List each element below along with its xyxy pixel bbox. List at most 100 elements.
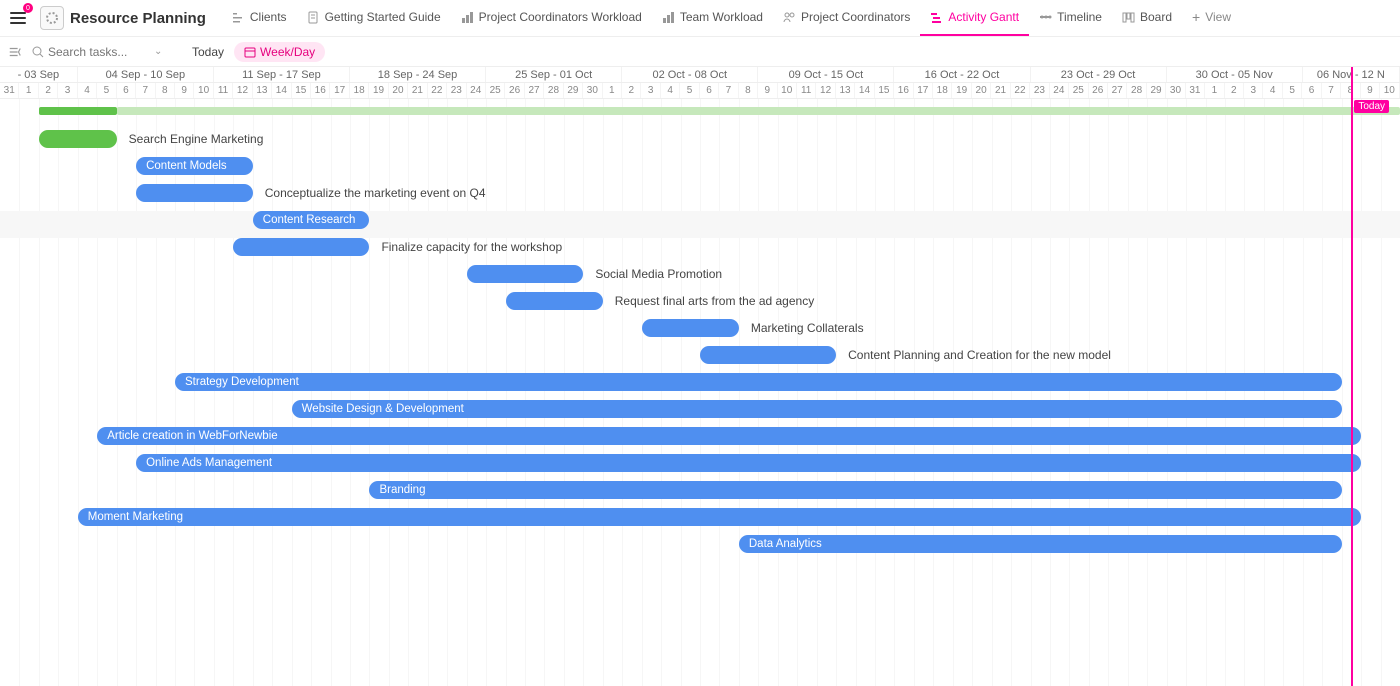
day-header: 2 — [39, 83, 58, 98]
today-button[interactable]: Today — [192, 45, 224, 59]
search-input[interactable] — [48, 45, 148, 59]
gantt-bar-label: Website Design & Development — [302, 403, 464, 415]
day-header: 1 — [603, 83, 622, 98]
gantt-bar[interactable]: Data Analytics — [739, 535, 1342, 553]
tab-label: Project Coordinators — [801, 10, 910, 24]
gantt-area[interactable]: - 03 Sep04 Sep - 10 Sep11 Sep - 17 Sep18… — [0, 67, 1400, 686]
tab-getting-started-guide[interactable]: Getting Started Guide — [297, 0, 451, 36]
gantt-bar-label: Marketing Collaterals — [751, 321, 864, 335]
range-toggle[interactable]: Week/Day — [234, 42, 325, 62]
tab-project-coordinators[interactable]: Project Coordinators — [773, 0, 920, 36]
gantt-bar[interactable] — [642, 319, 739, 337]
gantt-bar[interactable]: Online Ads Management — [136, 454, 1361, 472]
day-header: 2 — [622, 83, 641, 98]
day-header: 23 — [1030, 83, 1049, 98]
tab-clients[interactable]: Clients — [222, 0, 297, 36]
collapse-sidebar-icon[interactable] — [8, 45, 22, 59]
gantt-bar-label: Data Analytics — [749, 538, 822, 550]
board-icon — [1122, 11, 1135, 24]
list-icon — [232, 11, 245, 24]
menu-button[interactable]: 0 — [6, 6, 30, 30]
tab-activity-gantt[interactable]: Activity Gantt — [920, 0, 1029, 36]
gantt-bar[interactable]: Website Design & Development — [292, 400, 1342, 418]
day-header: 20 — [389, 83, 408, 98]
tab-label: Timeline — [1057, 10, 1102, 24]
gantt-bar[interactable] — [39, 130, 117, 148]
week-header: 11 Sep - 17 Sep — [214, 67, 350, 82]
day-header: 4 — [1263, 83, 1282, 98]
tab-timeline[interactable]: Timeline — [1029, 0, 1112, 36]
gantt-bar[interactable] — [136, 184, 253, 202]
search-dropdown-caret[interactable]: ⌄ — [154, 46, 162, 57]
gantt-icon — [930, 11, 943, 24]
gantt-bar[interactable]: Branding — [369, 481, 1341, 499]
calendar-icon — [244, 46, 256, 58]
day-header: 13 — [253, 83, 272, 98]
gantt-bar-label: Branding — [379, 484, 425, 496]
day-header: 17 — [914, 83, 933, 98]
day-header: 24 — [1050, 83, 1069, 98]
day-header: 29 — [564, 83, 583, 98]
gantt-bar[interactable] — [700, 346, 836, 364]
gantt-bar[interactable]: Content Models — [136, 157, 253, 175]
day-header: 13 — [836, 83, 855, 98]
day-header: 9 — [1361, 83, 1380, 98]
day-header: 29 — [1147, 83, 1166, 98]
toolbar: ⌄ Today Week/Day — [0, 37, 1400, 67]
tab-team-workload[interactable]: Team Workload — [652, 0, 773, 36]
gantt-bar-label: Moment Marketing — [88, 511, 183, 523]
week-header: 16 Oct - 22 Oct — [894, 67, 1030, 82]
tab-project-coordinators-workload[interactable]: Project Coordinators Workload — [451, 0, 652, 36]
tab-label: Project Coordinators Workload — [479, 10, 642, 24]
gantt-bar[interactable] — [506, 292, 603, 310]
day-header: 6 — [1302, 83, 1321, 98]
gantt-bar[interactable]: Content Research — [253, 211, 370, 229]
day-header: 16 — [311, 83, 330, 98]
day-header: 17 — [330, 83, 349, 98]
day-header: 31 — [0, 83, 19, 98]
day-header: 27 — [525, 83, 544, 98]
tab-board[interactable]: Board — [1112, 0, 1182, 36]
gantt-bar[interactable]: Moment Marketing — [78, 508, 1361, 526]
range-toggle-label: Week/Day — [260, 45, 315, 59]
gantt-bar-label: Social Media Promotion — [595, 267, 722, 281]
view-tabs: ClientsGetting Started Guide Project Coor… — [222, 0, 1241, 36]
day-header: 1 — [1205, 83, 1224, 98]
day-header: 26 — [1089, 83, 1108, 98]
day-header: 24 — [467, 83, 486, 98]
day-header: 25 — [1069, 83, 1088, 98]
gantt-bar[interactable] — [233, 238, 369, 256]
day-header: 18 — [350, 83, 369, 98]
gantt-bar-label: Content Research — [263, 214, 356, 226]
summary-bar-remaining[interactable] — [117, 107, 1400, 115]
add-view-button[interactable]: +View — [1182, 0, 1241, 36]
gantt-bar[interactable]: Strategy Development — [175, 373, 1342, 391]
project-icon[interactable] — [40, 6, 64, 30]
spinner-icon — [45, 11, 59, 25]
workload-icon — [662, 11, 675, 24]
day-header: 30 — [583, 83, 602, 98]
top-bar: 0 Resource Planning ClientsGetting Start… — [0, 0, 1400, 37]
tab-label: Team Workload — [680, 10, 763, 24]
week-header: 25 Sep - 01 Oct — [486, 67, 622, 82]
summary-bar-progress[interactable] — [39, 107, 117, 115]
gantt-bar[interactable]: Article creation in WebForNewbie — [97, 427, 1361, 445]
day-header: 22 — [1011, 83, 1030, 98]
week-header: 02 Oct - 08 Oct — [622, 67, 758, 82]
day-header: 8 — [739, 83, 758, 98]
day-header: 5 — [680, 83, 699, 98]
gantt-bar[interactable] — [467, 265, 584, 283]
day-header: 11 — [214, 83, 233, 98]
timeline-day-row: 3112345678910111213141516171819202122232… — [0, 83, 1400, 99]
gantt-bar-label: Finalize capacity for the workshop — [381, 240, 562, 254]
doc-icon — [307, 11, 320, 24]
today-line — [1351, 67, 1353, 686]
day-header: 6 — [117, 83, 136, 98]
search-input-wrap[interactable]: ⌄ — [32, 45, 182, 59]
gantt-bar-label: Strategy Development — [185, 376, 299, 388]
gantt-bar-label: Search Engine Marketing — [129, 132, 264, 146]
day-header: 25 — [486, 83, 505, 98]
day-header: 15 — [292, 83, 311, 98]
timeline-week-row: - 03 Sep04 Sep - 10 Sep11 Sep - 17 Sep18… — [0, 67, 1400, 83]
day-header: 31 — [1186, 83, 1205, 98]
